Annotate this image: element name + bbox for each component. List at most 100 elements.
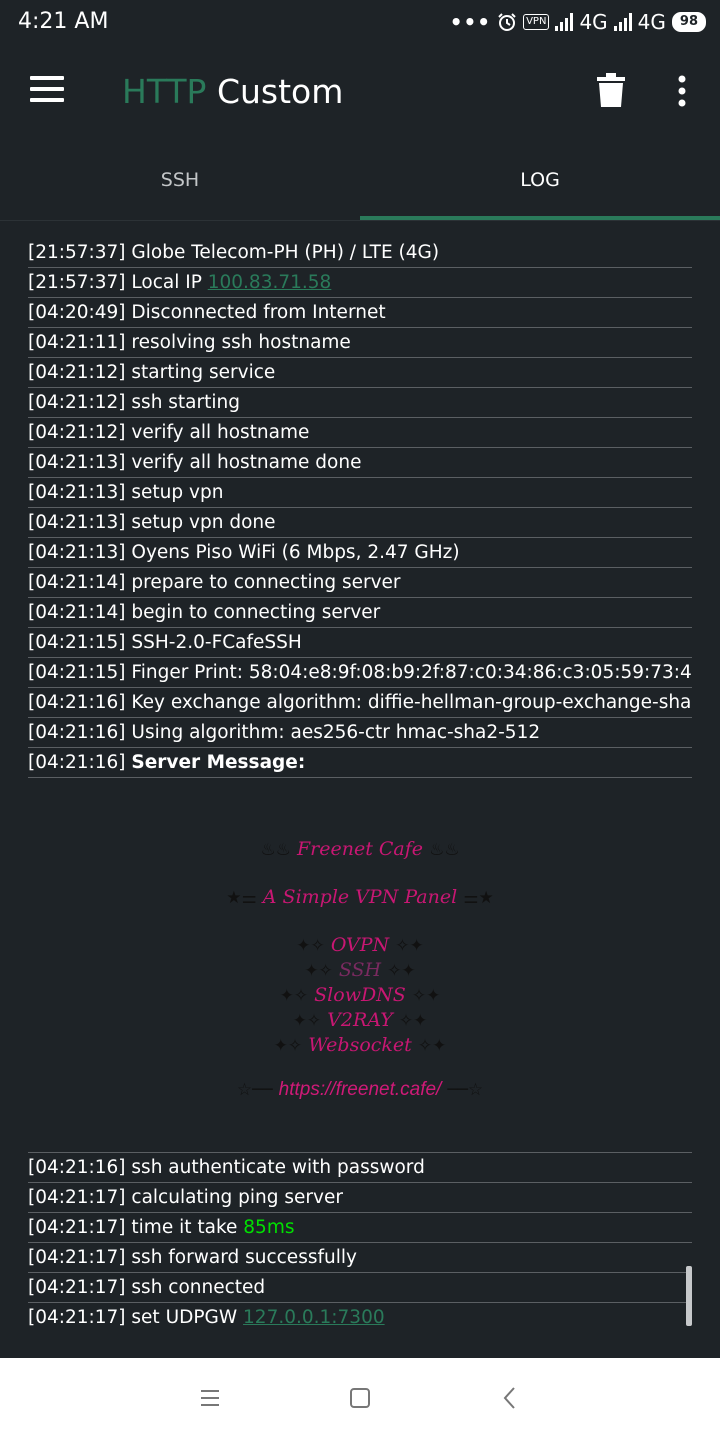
- log-line: [04:21:16] ssh authenticate with passwor…: [28, 1153, 692, 1183]
- sparkle-icon: ✦✧: [296, 936, 325, 956]
- log-line: [04:21:16] Using algorithm: aes256-ctr h…: [28, 718, 692, 748]
- log-text: Disconnected from Internet: [125, 302, 386, 323]
- log-timestamp: [04:21:17]: [28, 1247, 126, 1268]
- star-outline-icon: ☆──: [236, 1080, 273, 1100]
- log-timestamp: [04:21:15]: [28, 662, 126, 683]
- log-timestamp: [21:57:37]: [28, 272, 126, 293]
- sparkle-icon: ✦✧: [279, 986, 309, 1006]
- log-timestamp: [04:21:13]: [28, 542, 126, 563]
- log-timestamp: [04:21:15]: [28, 632, 126, 653]
- sparkle-icon: ✧✦: [387, 961, 416, 981]
- log-line-server-message: [04:21:16] Server Message:: [28, 748, 692, 778]
- server-message-url[interactable]: https://freenet.cafe/: [279, 1079, 442, 1100]
- log-timestamp: [04:21:17]: [28, 1187, 126, 1208]
- tab-ssh[interactable]: SSH: [0, 140, 360, 220]
- log-link[interactable]: 100.83.71.58: [208, 272, 332, 293]
- log-timestamp: [04:21:13]: [28, 482, 126, 503]
- server-message-item-text: OVPN: [330, 934, 390, 956]
- log-timestamp: [04:21:12]: [28, 422, 126, 443]
- log-timestamp: [04:21:14]: [28, 602, 126, 623]
- hamburger-menu-icon[interactable]: [30, 76, 64, 104]
- log-text: Using algorithm: aes256-ctr hmac-sha2-51…: [125, 722, 541, 743]
- log-line: [04:21:15] SSH-2.0-FCafeSSH: [28, 628, 692, 658]
- log-text: Oyens Piso WiFi (6 Mbps, 2.47 GHz): [125, 542, 460, 563]
- star-icon: ⚌★: [463, 888, 494, 908]
- log-line: [04:21:12] ssh starting: [28, 388, 692, 418]
- log-line: [04:21:11] resolving ssh hostname: [28, 328, 692, 358]
- log-line: [04:21:17] ssh connected: [28, 1273, 692, 1303]
- battery-icon: 98: [671, 12, 706, 32]
- log-line: [21:57:37] Globe Telecom-PH (PH) / LTE (…: [28, 238, 692, 268]
- sparkle-icon: ✦✧: [273, 1036, 303, 1056]
- log-line: [04:21:12] starting service: [28, 358, 692, 388]
- log-text: set UDPGW: [125, 1307, 244, 1328]
- sparkle-icon: ✦✧: [304, 961, 333, 981]
- more-vert-icon[interactable]: [672, 74, 692, 108]
- notification-dots-icon: •••: [449, 10, 492, 34]
- app-title-custom: Custom: [216, 72, 344, 111]
- log-timestamp: [21:57:37]: [28, 242, 126, 263]
- log-text: SSH-2.0-FCafeSSH: [125, 632, 302, 653]
- recent-apps-icon[interactable]: [192, 1380, 228, 1416]
- log-text: starting service: [125, 362, 276, 383]
- server-message-subtitle-row: ★⚌ A Simple VPN Panel ⚌★: [28, 885, 692, 910]
- server-message-label: Server Message:: [131, 752, 306, 773]
- home-icon[interactable]: [342, 1380, 378, 1416]
- log-text: Key exchange algorithm: diffie-hellman-g…: [125, 692, 692, 713]
- server-message-item: ✦✧ OVPN ✧✦: [28, 933, 692, 958]
- alarm-icon: [498, 13, 516, 31]
- server-message-title-row: ♨♨ Freenet Cafe ♨♨: [28, 837, 692, 862]
- server-message-item: ✦✧ SSH ✧✦: [28, 958, 692, 983]
- log-text: ssh forward successfully: [125, 1247, 357, 1268]
- log-text: setup vpn done: [125, 512, 276, 533]
- app-title: HTTP Custom: [122, 72, 343, 111]
- log-link[interactable]: 127.0.0.1:7300: [243, 1307, 385, 1328]
- star-outline-icon: ──☆: [447, 1080, 484, 1100]
- log-text: Globe Telecom-PH (PH) / LTE (4G): [125, 242, 440, 263]
- signal-icon: [555, 13, 574, 31]
- log-text: prepare to connecting server: [125, 572, 401, 593]
- app-bar: HTTP Custom: [0, 44, 720, 140]
- log-timestamp: [04:21:17]: [28, 1217, 126, 1238]
- log-timestamp: [04:21:16]: [28, 752, 126, 773]
- log-timestamp: [04:21:17]: [28, 1277, 126, 1298]
- log-timestamp: [04:21:16]: [28, 722, 126, 743]
- hot-springs-icon: ♨♨: [260, 840, 291, 860]
- log-line: [04:21:17] ssh forward successfully: [28, 1243, 692, 1273]
- status-icons: ••• VPN 4G 4G 98: [450, 9, 706, 35]
- back-icon[interactable]: [492, 1380, 528, 1416]
- log-text: Finger Print: 58:04:e8:9f:08:b9:2f:87:c0…: [125, 662, 692, 683]
- star-icon: ★⚌: [226, 888, 257, 908]
- scrollbar-thumb[interactable]: [686, 1266, 692, 1326]
- log-timestamp: [04:21:16]: [28, 1157, 126, 1178]
- server-message-item-text: SSH: [338, 959, 382, 981]
- signal-icon-2: [613, 13, 632, 31]
- log-line: [04:21:17] calculating ping server: [28, 1183, 692, 1213]
- log-text: verify all hostname done: [125, 452, 362, 473]
- sparkle-icon: ✧✦: [411, 986, 441, 1006]
- sparkle-icon: ✧✦: [398, 1011, 428, 1031]
- log-text: resolving ssh hostname: [125, 332, 351, 353]
- log-timestamp: [04:21:13]: [28, 452, 126, 473]
- log-line: [04:20:49] Disconnected from Internet: [28, 298, 692, 328]
- log-line: [04:21:13] verify all hostname done: [28, 448, 692, 478]
- server-message-banner: ♨♨ Freenet Cafe ♨♨ ★⚌ A Simple VPN Panel…: [28, 778, 692, 1153]
- log-text: ssh authenticate with password: [125, 1157, 425, 1178]
- network-type-1: 4G: [579, 10, 608, 34]
- log-line: [04:21:17] set UDPGW 127.0.0.1:7300: [28, 1303, 692, 1329]
- log-timestamp: [04:21:16]: [28, 692, 126, 713]
- log-timestamp: [04:21:17]: [28, 1307, 126, 1328]
- log-text: calculating ping server: [125, 1187, 343, 1208]
- log-timestamp: [04:21:12]: [28, 392, 126, 413]
- tab-log[interactable]: LOG: [360, 140, 720, 220]
- log-view[interactable]: [21:57:37] Globe Telecom-PH (PH) / LTE (…: [0, 221, 720, 1329]
- log-text: setup vpn: [125, 482, 224, 503]
- system-nav-bar: [0, 1358, 720, 1440]
- sparkle-icon: ✧✦: [417, 1036, 447, 1056]
- trash-icon[interactable]: [596, 72, 626, 108]
- log-timestamp: [04:21:11]: [28, 332, 126, 353]
- server-message-items: ✦✧ OVPN ✧✦ ✦✧ SSH ✧✦ ✦✧ SlowDNS ✧✦ ✦✧ V2RAY…: [28, 933, 692, 1058]
- tab-bar: SSH LOG: [0, 140, 720, 220]
- server-message-item: ✦✧ SlowDNS ✧✦: [28, 983, 692, 1008]
- log-text: Local IP: [125, 272, 208, 293]
